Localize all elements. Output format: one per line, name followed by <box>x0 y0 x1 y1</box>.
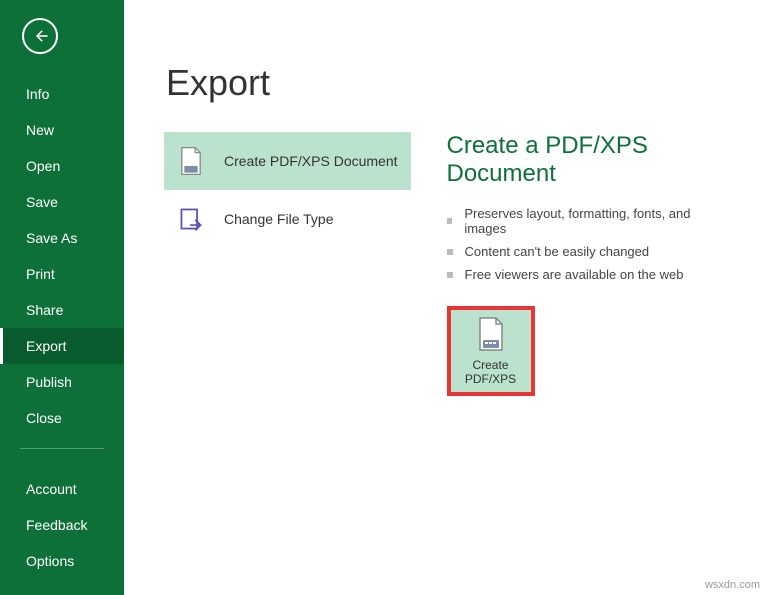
bullet-icon <box>447 218 453 224</box>
bullet-icon <box>447 249 453 255</box>
export-option-pdf[interactable]: Create PDF/XPS Document <box>164 132 411 190</box>
back-button[interactable] <box>22 18 58 54</box>
nav-item-save[interactable]: Save <box>0 184 124 220</box>
detail-bullets: Preserves layout, formatting, fonts, and… <box>447 202 729 286</box>
nav-item-open[interactable]: Open <box>0 148 124 184</box>
page-title: Export <box>166 62 270 104</box>
create-button-label: CreatePDF/XPS <box>465 358 516 387</box>
change-icon <box>176 204 206 234</box>
detail-bullet: Free viewers are available on the web <box>447 263 729 286</box>
nav-item-print[interactable]: Print <box>0 256 124 292</box>
export-options: Create PDF/XPS Document Change File Type <box>164 132 411 575</box>
option-label: Create PDF/XPS Document <box>224 153 398 169</box>
nav-item-feedback[interactable]: Feedback <box>0 507 124 543</box>
create-pdf-xps-button[interactable]: CreatePDF/XPS <box>447 306 535 396</box>
nav-item-close[interactable]: Close <box>0 400 124 436</box>
export-detail: Create a PDF/XPS Document Preserves layo… <box>447 132 729 575</box>
nav-item-options[interactable]: Options <box>0 543 124 579</box>
nav-item-new[interactable]: New <box>0 112 124 148</box>
bullet-icon <box>447 272 453 278</box>
nav-footer: AccountFeedbackOptions <box>0 471 124 579</box>
nav-item-export[interactable]: Export <box>0 328 124 364</box>
detail-bullet: Content can't be easily changed <box>447 240 729 263</box>
nav-item-save-as[interactable]: Save As <box>0 220 124 256</box>
backstage-sidebar: InfoNewOpenSaveSave AsPrintShareExportPu… <box>0 0 124 595</box>
nav-item-publish[interactable]: Publish <box>0 364 124 400</box>
pdf-document-icon <box>476 316 506 352</box>
export-option-change[interactable]: Change File Type <box>164 190 411 248</box>
nav-item-share[interactable]: Share <box>0 292 124 328</box>
nav-divider <box>20 448 104 449</box>
nav-item-info[interactable]: Info <box>0 76 124 112</box>
back-arrow-icon <box>31 27 49 45</box>
nav-list: InfoNewOpenSaveSave AsPrintShareExportPu… <box>0 76 124 436</box>
detail-title: Create a PDF/XPS Document <box>447 132 729 188</box>
option-label: Change File Type <box>224 211 333 227</box>
nav-item-account[interactable]: Account <box>0 471 124 507</box>
watermark: wsxdn.com <box>705 579 760 591</box>
pdf-icon <box>176 146 206 176</box>
detail-bullet: Preserves layout, formatting, fonts, and… <box>447 202 729 240</box>
